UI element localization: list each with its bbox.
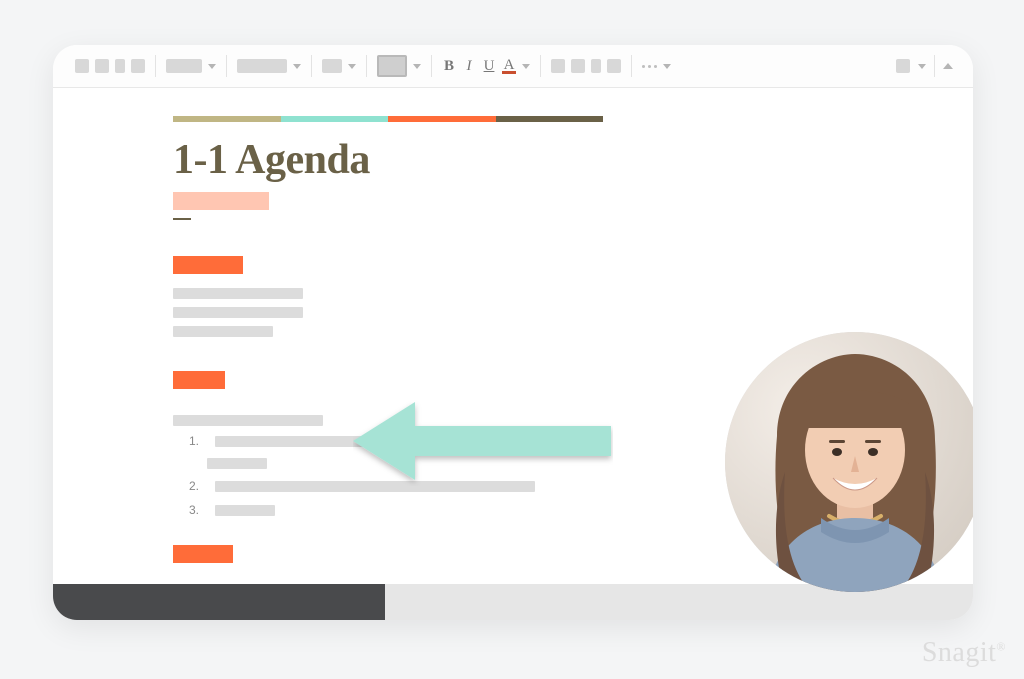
chevron-down-icon <box>348 64 356 69</box>
toolbar-separator <box>431 55 432 77</box>
text-placeholder <box>173 415 323 426</box>
toolbar-group-zoom <box>160 59 222 73</box>
formatting-toolbar: B I U A <box>53 45 973 88</box>
divider-dash <box>173 218 191 220</box>
presenter-avatar <box>725 332 973 592</box>
section-heading-highlight <box>173 256 243 274</box>
stripe-segment <box>388 116 496 122</box>
editor-window: B I U A <box>53 45 973 620</box>
toolbar-group-more <box>636 64 677 69</box>
align-button[interactable] <box>591 59 601 73</box>
snagit-watermark: Snagit® <box>922 637 1006 669</box>
toolbar-group-align <box>545 59 627 73</box>
text-placeholder <box>173 326 273 337</box>
style-dropdown[interactable] <box>237 59 301 73</box>
chevron-down-icon <box>918 64 926 69</box>
paint-format-button[interactable] <box>131 59 145 73</box>
chevron-down-icon <box>522 64 530 69</box>
footer-band-dark <box>53 584 385 620</box>
toolbar-group-highlight <box>371 55 427 77</box>
avatar-illustration <box>725 332 973 592</box>
header-color-stripe <box>173 116 603 122</box>
toolbar-separator <box>540 55 541 77</box>
italic-button[interactable]: I <box>462 58 476 75</box>
chevron-down-icon <box>208 64 216 69</box>
align-button[interactable] <box>551 59 565 73</box>
toolbar-separator <box>226 55 227 77</box>
list-number: 1. <box>189 434 203 448</box>
align-button[interactable] <box>607 59 621 73</box>
text-placeholder <box>173 288 303 299</box>
toolbar-group-history <box>69 59 151 73</box>
align-button[interactable] <box>571 59 585 73</box>
toolbar-separator <box>631 55 632 77</box>
list-number: 2. <box>189 479 203 493</box>
mode-button[interactable] <box>896 59 910 73</box>
toolbar-separator <box>934 55 935 77</box>
stripe-segment <box>173 116 281 122</box>
section-heading-highlight <box>173 371 225 389</box>
bold-button[interactable]: B <box>442 58 456 75</box>
chevron-down-icon <box>663 64 671 69</box>
toolbar-group-textformat: B I U A <box>436 58 536 75</box>
text-placeholder <box>207 458 267 469</box>
stripe-segment <box>281 116 389 122</box>
toolbar-group-font <box>316 59 362 73</box>
collapse-toolbar-button[interactable] <box>943 63 953 69</box>
toolbar-group-styles <box>231 59 307 73</box>
underline-button[interactable]: U <box>482 58 496 75</box>
print-button[interactable] <box>115 59 125 73</box>
undo-button[interactable] <box>75 59 89 73</box>
page-title: 1-1 Agenda <box>173 136 973 184</box>
section-heading-highlight <box>173 545 233 563</box>
toolbar-separator <box>311 55 312 77</box>
toolbar-right-group <box>896 55 957 77</box>
registered-symbol: ® <box>996 640 1006 654</box>
redo-button[interactable] <box>95 59 109 73</box>
list-number: 3. <box>189 503 203 517</box>
highlight-color-button[interactable] <box>377 55 407 77</box>
chevron-down-icon <box>413 64 421 69</box>
toolbar-separator <box>155 55 156 77</box>
chevron-down-icon <box>293 64 301 69</box>
text-placeholder <box>173 307 303 318</box>
text-placeholder <box>215 436 485 447</box>
text-placeholder <box>215 481 535 492</box>
font-dropdown[interactable] <box>322 59 356 73</box>
text-placeholder <box>215 505 275 516</box>
zoom-dropdown[interactable] <box>166 59 216 73</box>
footer-band-light <box>385 584 973 620</box>
more-options-button[interactable] <box>642 65 657 68</box>
toolbar-separator <box>366 55 367 77</box>
stripe-segment <box>496 116 604 122</box>
font-color-button[interactable]: A <box>502 59 516 74</box>
watermark-text: Snagit <box>922 637 997 668</box>
subtitle-highlight <box>173 192 269 210</box>
